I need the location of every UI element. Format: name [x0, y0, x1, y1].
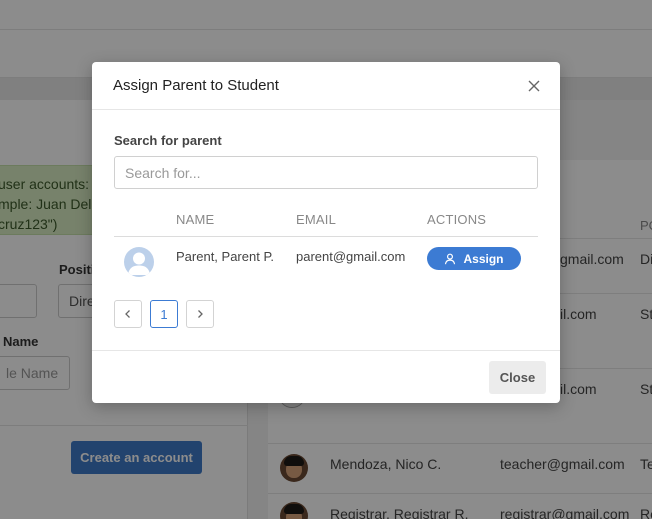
- search-label: Search for parent: [114, 133, 222, 148]
- user-avatar-icon: [124, 247, 154, 277]
- parent-name: Parent, Parent P.: [176, 249, 275, 264]
- page-1-button[interactable]: 1: [150, 300, 178, 328]
- close-icon[interactable]: [526, 78, 542, 94]
- table-row: Parent, Parent P. parent@gmail.com Assig…: [114, 237, 538, 285]
- modal-header: Assign Parent to Student: [92, 62, 560, 110]
- assign-button[interactable]: Assign: [427, 247, 521, 270]
- prev-page-button[interactable]: [114, 300, 142, 328]
- assign-parent-modal: Assign Parent to Student Search for pare…: [92, 62, 560, 403]
- results-table-header: NAME EMAIL ACTIONS: [114, 208, 538, 237]
- column-header-actions: ACTIONS: [427, 212, 487, 227]
- chevron-left-icon: [125, 310, 130, 318]
- assign-label: Assign: [463, 251, 504, 266]
- modal-title: Assign Parent to Student: [113, 77, 279, 94]
- column-header-name: NAME: [176, 212, 215, 227]
- close-button[interactable]: Close: [489, 361, 546, 394]
- parent-email: parent@gmail.com: [296, 249, 406, 264]
- search-input[interactable]: [114, 156, 538, 189]
- next-page-button[interactable]: [186, 300, 214, 328]
- column-header-email: EMAIL: [296, 212, 337, 227]
- modal-footer: Close: [92, 350, 560, 403]
- chevron-right-icon: [198, 310, 203, 318]
- user-icon: [445, 253, 456, 264]
